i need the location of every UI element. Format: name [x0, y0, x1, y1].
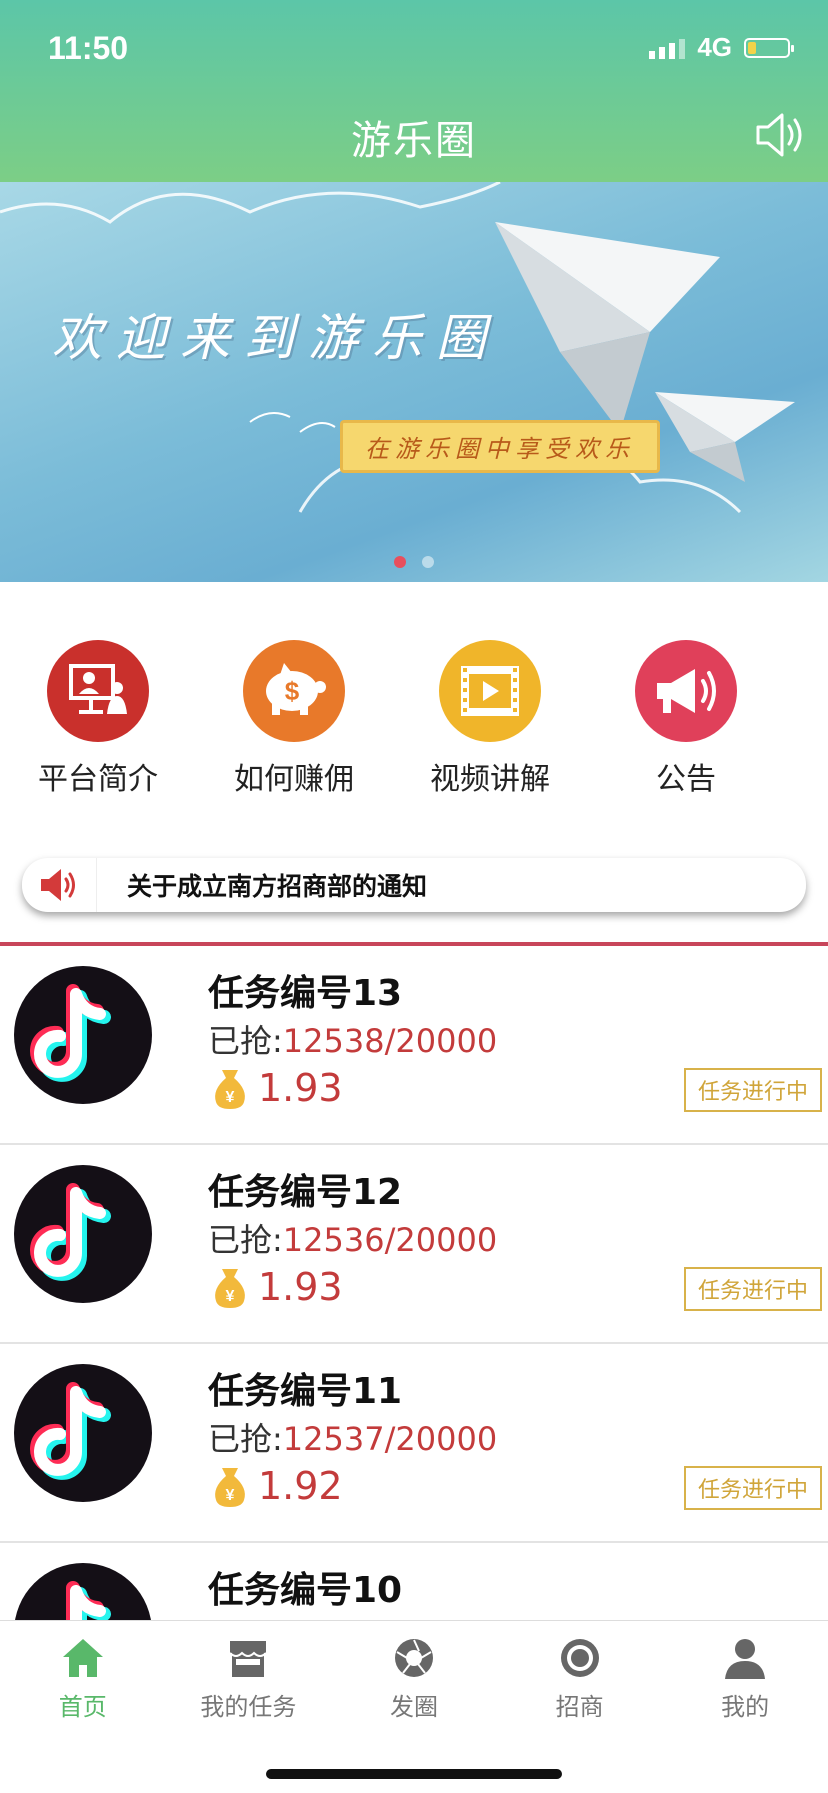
task-item[interactable]: 任务编号11 已抢:12537/20000 ¥ 1.92 任务进行中 [0, 1344, 828, 1543]
quick-nav-video-guide[interactable]: 视频讲解 [392, 640, 588, 800]
carousel-dot[interactable] [394, 556, 406, 568]
carousel-indicator [0, 556, 828, 568]
app-header: 11:50 4G 游乐圈 [0, 0, 828, 182]
paper-plane-small [655, 392, 795, 482]
task-reward: ¥ 1.92 [212, 1464, 343, 1508]
piggy-bank-icon: $ [243, 640, 345, 742]
home-indicator [266, 1769, 562, 1779]
tiktok-logo-icon [14, 1165, 152, 1303]
task-list: 任务编号13 已抢:12538/20000 ¥ 1.93 任务进行中 任务编号1… [0, 946, 828, 1620]
tiktok-logo-icon [14, 1563, 152, 1620]
banner-carousel[interactable]: 欢迎来到游乐圈 在游乐圈中享受欢乐 [0, 182, 828, 582]
status-time: 11:50 [48, 30, 129, 66]
signal-icon [649, 37, 686, 59]
progress-value: 12536/20000 [282, 1221, 498, 1259]
banner-subtitle: 在游乐圈中享受欢乐 [340, 420, 660, 473]
progress-label: 已抢: [208, 1022, 283, 1060]
notice-bar[interactable]: 关于成立南方招商部的通知 [22, 858, 806, 912]
banner-decoration [0, 182, 795, 514]
task-item[interactable]: 任务编号10 [0, 1543, 828, 1620]
home-icon [62, 1639, 103, 1677]
svg-text:¥: ¥ [226, 1288, 235, 1305]
tab-label: 招商 [555, 1693, 604, 1721]
quick-nav-label: 平台简介 [38, 762, 158, 797]
task-title: 任务编号12 [208, 1172, 403, 1213]
task-title: 任务编号11 [208, 1371, 403, 1412]
presentation-icon [47, 640, 149, 742]
task-status-badge: 任务进行中 [683, 1466, 822, 1510]
reward-amount: 1.92 [258, 1464, 343, 1508]
tab-home[interactable]: 首页 [0, 1621, 166, 1731]
reward-amount: 1.93 [258, 1265, 343, 1309]
progress-label: 已抢: [208, 1420, 283, 1458]
money-bag-icon: ¥ [215, 1269, 245, 1308]
progress-label: 已抢: [208, 1221, 283, 1259]
task-progress: 已抢:12538/20000 [208, 1016, 497, 1062]
quick-nav-how-to-earn[interactable]: $ 如何赚佣 [196, 640, 392, 800]
notice-text: 关于成立南方招商部的通知 [127, 872, 428, 901]
shop-icon [229, 1641, 268, 1677]
task-reward: ¥ 1.93 [212, 1066, 343, 1110]
tab-recruit[interactable]: 招商 [497, 1621, 663, 1731]
speaker-icon [41, 869, 75, 901]
user-icon [725, 1639, 766, 1679]
task-item[interactable]: 任务编号13 已抢:12538/20000 ¥ 1.93 任务进行中 [0, 946, 828, 1145]
network-type: 4G [697, 32, 732, 62]
tab-label: 首页 [58, 1693, 107, 1721]
svg-text:¥: ¥ [226, 1089, 235, 1106]
page-title: 游乐圈 [351, 118, 477, 164]
progress-value: 12537/20000 [282, 1420, 498, 1458]
task-reward: ¥ 1.93 [212, 1265, 343, 1309]
reward-amount: 1.93 [258, 1066, 343, 1110]
quick-nav-label: 如何赚佣 [234, 762, 354, 797]
banner-headline: 欢迎来到游乐圈 [52, 309, 500, 367]
carousel-dot[interactable] [422, 556, 434, 568]
battery-icon [744, 37, 794, 58]
sound-toggle-button[interactable] [754, 110, 806, 160]
quick-nav-label: 公告 [656, 762, 716, 797]
money-bag-icon: ¥ [215, 1468, 245, 1507]
notice-icon-wrap [22, 858, 97, 912]
money-bag-icon: ¥ [215, 1070, 245, 1109]
speaker-icon [756, 113, 802, 157]
task-status-badge: 任务进行中 [683, 1068, 822, 1112]
film-icon [439, 640, 541, 742]
quick-nav-label: 视频讲解 [430, 762, 550, 797]
quick-nav: 平台简介 $ 如何赚佣 视频讲解 公告 [0, 640, 828, 800]
bottom-tab-bar: 首页 我的任务 发圈 招商 我的 [0, 1620, 828, 1793]
circle-icon [560, 1639, 599, 1677]
task-item[interactable]: 任务编号12 已抢:12536/20000 ¥ 1.93 任务进行中 [0, 1145, 828, 1344]
tab-my-tasks[interactable]: 我的任务 [166, 1621, 332, 1731]
tab-label: 我的任务 [200, 1693, 297, 1721]
tiktok-logo-icon [14, 1364, 152, 1502]
task-title: 任务编号13 [208, 973, 403, 1014]
task-title: 任务编号10 [208, 1570, 403, 1611]
tab-post[interactable]: 发圈 [331, 1621, 497, 1731]
task-status-badge: 任务进行中 [683, 1267, 822, 1311]
task-progress: 已抢:12536/20000 [208, 1215, 497, 1261]
quick-nav-platform-intro[interactable]: 平台简介 [0, 640, 196, 800]
tiktok-logo-icon [14, 966, 152, 1104]
quick-nav-announcements[interactable]: 公告 [588, 640, 784, 800]
svg-text:¥: ¥ [226, 1487, 235, 1504]
status-bar-right: 4G [649, 32, 794, 63]
tab-label: 发圈 [389, 1693, 438, 1721]
progress-value: 12538/20000 [282, 1022, 498, 1060]
aperture-icon [394, 1639, 433, 1677]
svg-text:$: $ [285, 676, 300, 706]
tab-profile[interactable]: 我的 [662, 1621, 828, 1731]
tab-label: 我的 [721, 1693, 770, 1721]
task-progress: 已抢:12537/20000 [208, 1414, 497, 1460]
megaphone-icon [635, 640, 737, 742]
